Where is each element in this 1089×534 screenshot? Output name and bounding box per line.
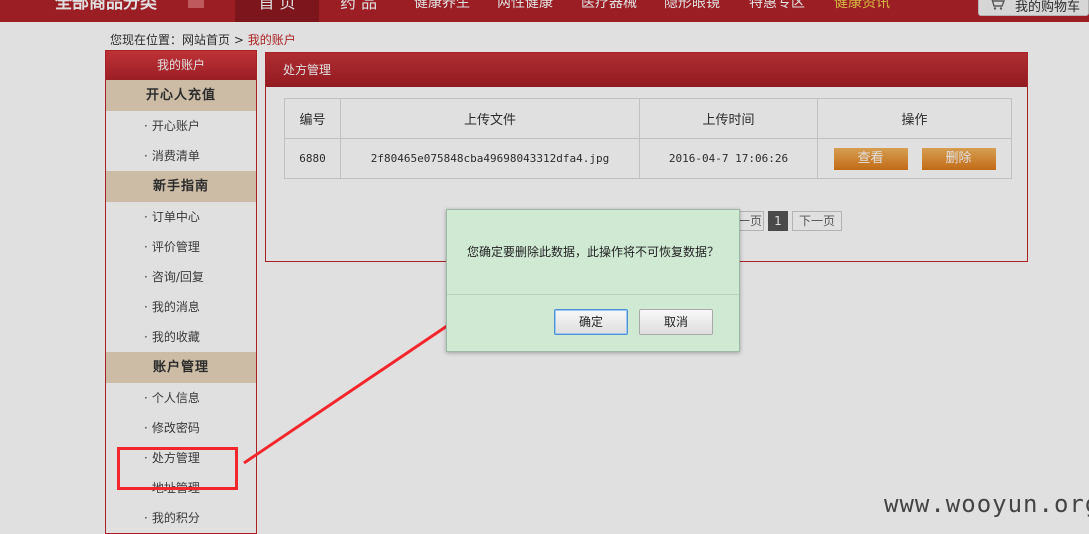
confirm-button[interactable]: 确定 (554, 309, 628, 335)
confirm-dialog: 您确定要删除此数据，此操作将不可恢复数据？ 确定 取消 (446, 209, 740, 352)
watermark: www.wooyun.org (884, 490, 1089, 518)
dialog-footer: 确定 取消 (447, 294, 739, 351)
dialog-message: 您确定要删除此数据，此操作将不可恢复数据？ (466, 245, 719, 259)
cancel-button[interactable]: 取消 (639, 309, 713, 335)
